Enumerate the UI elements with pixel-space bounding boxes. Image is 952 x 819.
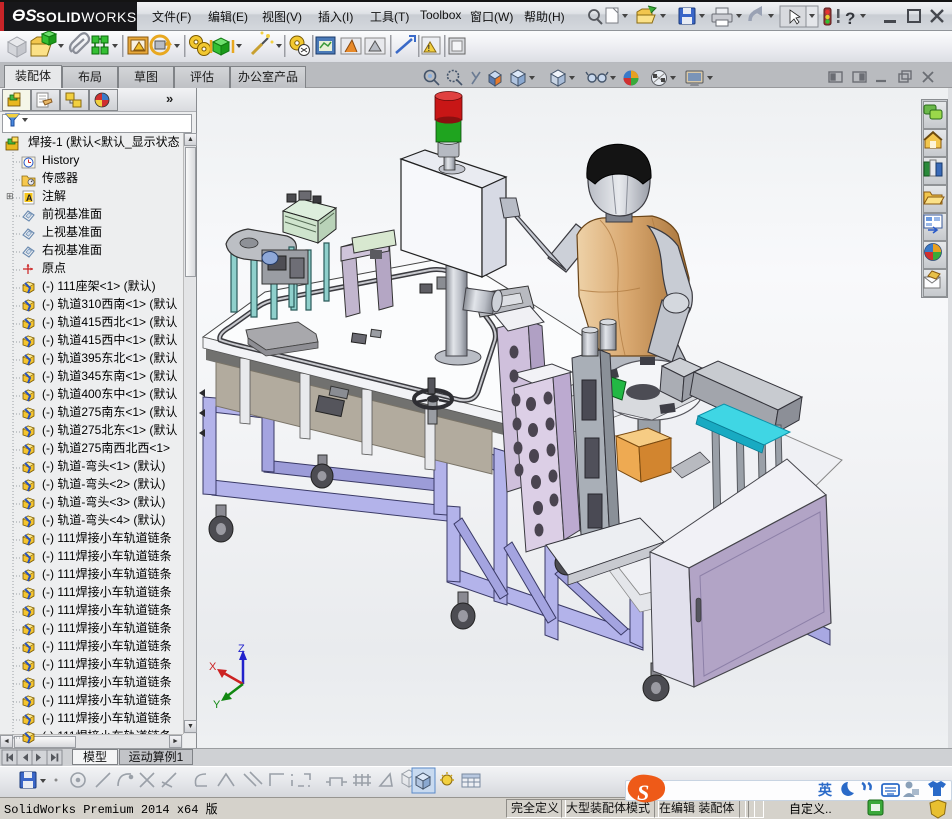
svg-text:!: ! [428,44,431,53]
svg-text:S: S [637,780,649,805]
svg-text:英: 英 [817,782,833,798]
svg-text:?: ? [845,9,855,28]
